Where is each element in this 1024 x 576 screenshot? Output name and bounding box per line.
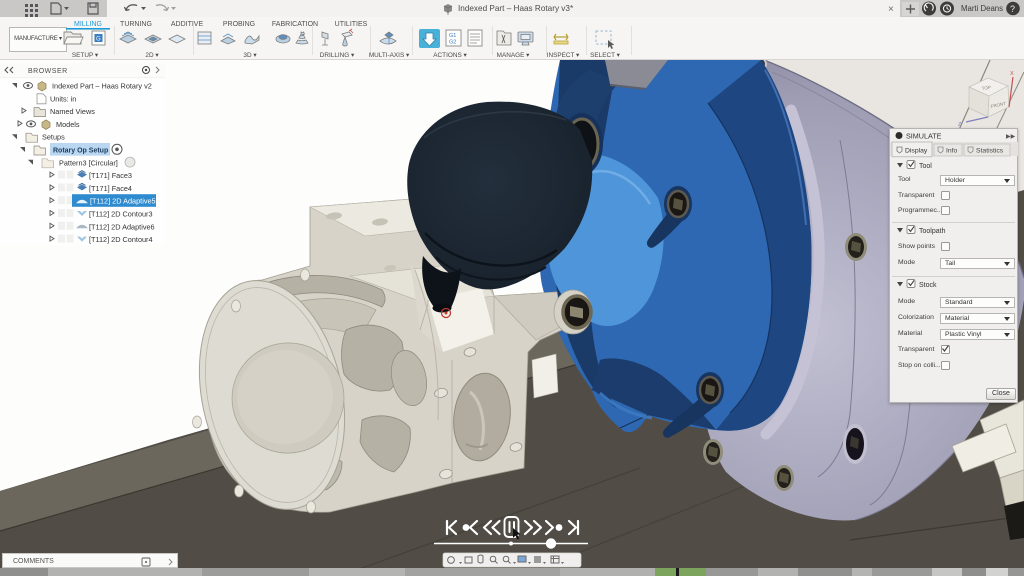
svg-text:3D ▾: 3D ▾ [243,52,256,59]
svg-text:Display: Display [905,148,928,155]
svg-text:[T112] 2D Adaptive5: [T112] 2D Adaptive5 [90,197,156,206]
svg-text:Toolpath: Toolpath [919,228,946,235]
svg-text:G2: G2 [449,40,456,46]
svg-text:[T171] Face3: [T171] Face3 [89,171,132,180]
svg-text:ADDITIVE: ADDITIVE [171,21,204,28]
svg-text:Statistics: Statistics [976,148,1004,155]
svg-text:MULTI-AXIS ▾: MULTI-AXIS ▾ [369,52,409,59]
svg-text:DRILLING ▾: DRILLING ▾ [320,52,354,59]
svg-text:[T171] Face4: [T171] Face4 [89,184,132,193]
svg-text:Models: Models [56,120,80,129]
svg-text:?: ? [1010,4,1015,14]
svg-text:Named Views: Named Views [50,107,95,116]
svg-text:MANAGE ▾: MANAGE ▾ [497,52,530,59]
svg-text:UTILITIES: UTILITIES [335,21,368,28]
svg-text:Stock: Stock [919,282,937,289]
svg-text:SIMULATE: SIMULATE [906,132,942,141]
svg-text:PROBING: PROBING [223,21,255,28]
svg-text:G1: G1 [449,33,456,39]
svg-text:SETUP ▾: SETUP ▾ [72,52,98,59]
svg-text:BROWSER: BROWSER [28,68,68,75]
svg-text:INSPECT ▾: INSPECT ▾ [547,52,580,59]
svg-text:×: × [888,4,894,15]
svg-text:Info: Info [946,148,958,155]
svg-text:Tool: Tool [919,163,932,170]
svg-text:2D ▾: 2D ▾ [145,52,158,59]
svg-text:Pattern3 [Circular]: Pattern3 [Circular] [59,158,118,167]
svg-text:▶▶: ▶▶ [1006,134,1016,140]
svg-text:[T112] 2D Contour3: [T112] 2D Contour3 [89,210,153,219]
svg-text:MILLING: MILLING [74,21,102,28]
svg-text:[T112] 2D Contour4: [T112] 2D Contour4 [89,235,153,244]
svg-text:ACTIONS ▾: ACTIONS ▾ [433,52,466,59]
svg-text:Rotary Op Setup: Rotary Op Setup [53,148,108,155]
svg-text:Indexed Part – Haas Rotary v3*: Indexed Part – Haas Rotary v3* [458,4,574,13]
svg-text:SELECT ▾: SELECT ▾ [590,52,620,59]
svg-text:TURNING: TURNING [120,21,152,28]
svg-text:Setups: Setups [42,133,65,142]
svg-text:Marti Deans: Marti Deans [961,4,1003,13]
svg-text:G: G [96,37,101,43]
svg-text:Units: in: Units: in [50,94,76,103]
svg-text:[T112] 2D Adaptive6: [T112] 2D Adaptive6 [89,222,155,231]
svg-text:Indexed Part – Haas Rotary v2: Indexed Part – Haas Rotary v2 [52,82,152,91]
svg-text:FABRICATION: FABRICATION [272,21,318,28]
svg-text:X: X [1010,71,1014,77]
